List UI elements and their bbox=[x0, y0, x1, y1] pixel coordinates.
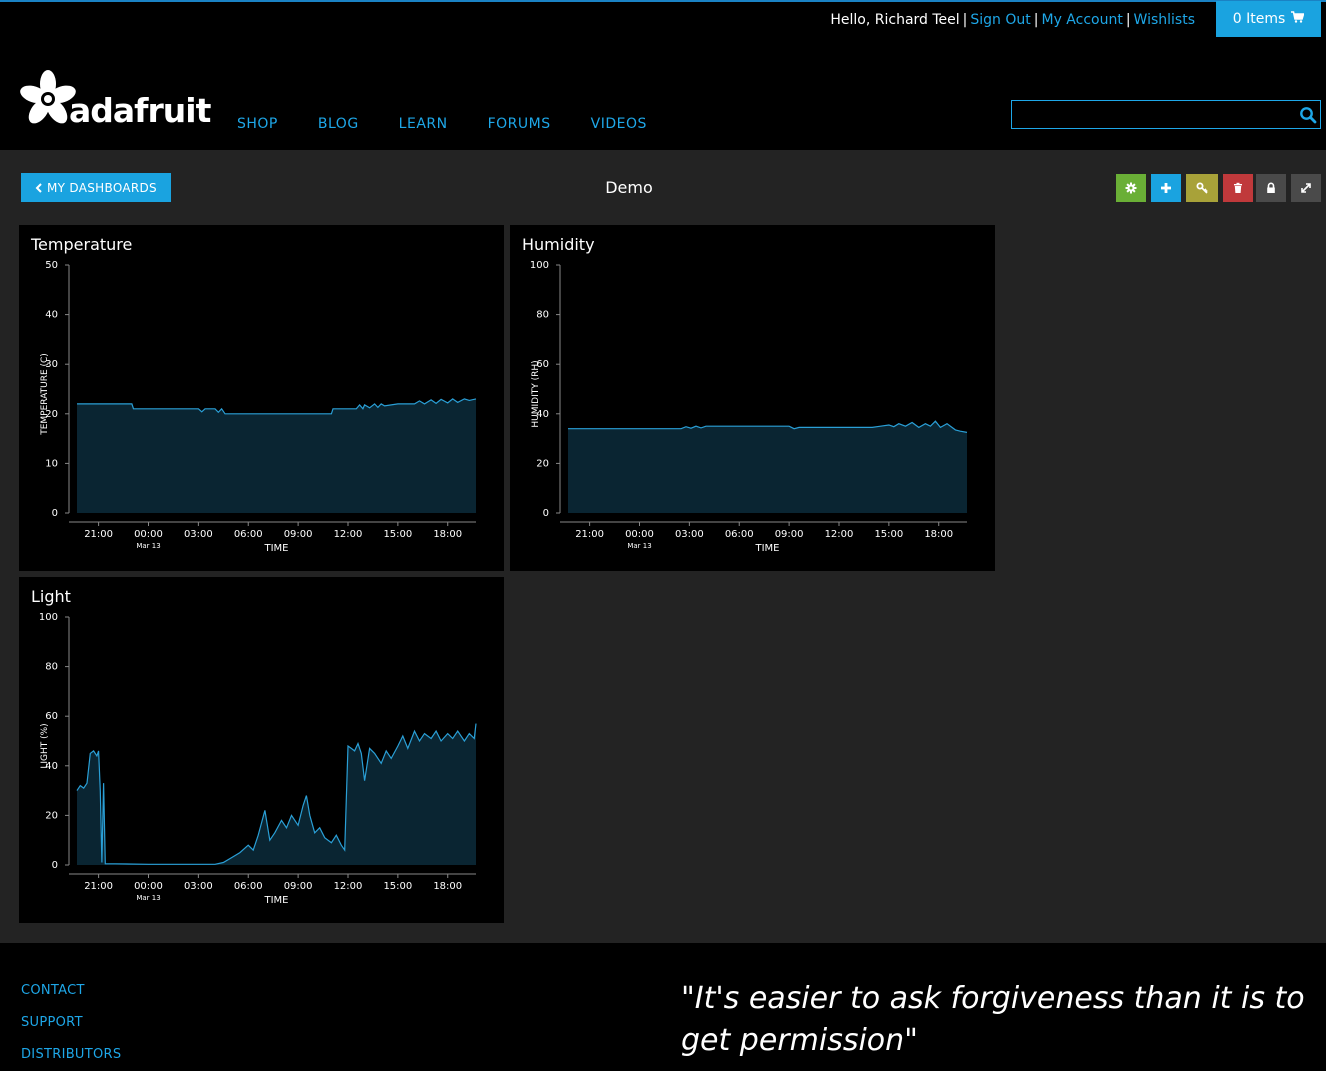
greeting-text: Hello, Richard Teel bbox=[830, 12, 960, 28]
y-axis-label: LIGHT (%) bbox=[40, 723, 50, 768]
x-tick-label: 12:00 bbox=[334, 529, 363, 540]
search-input[interactable] bbox=[1016, 104, 1291, 125]
x-tick-label: 06:00 bbox=[234, 529, 263, 540]
search-icon[interactable] bbox=[1299, 106, 1317, 124]
series-area bbox=[77, 723, 476, 865]
separator: | bbox=[962, 12, 968, 28]
y-axis-label: TEMPERATURE (C) bbox=[40, 353, 50, 436]
settings-button[interactable] bbox=[1116, 174, 1146, 202]
top-accent-line bbox=[0, 0, 1326, 2]
expand-icon bbox=[1301, 183, 1311, 193]
my-account-link[interactable]: My Account bbox=[1041, 12, 1122, 28]
y-tick-label: 80 bbox=[45, 662, 58, 673]
key-icon bbox=[1196, 182, 1208, 194]
nav-learn[interactable]: LEARN bbox=[399, 116, 448, 132]
fullscreen-button[interactable] bbox=[1291, 174, 1321, 202]
x-tick-label: 21:00 bbox=[575, 529, 604, 540]
temperature-chart-panel: Temperature 0 10 20 30 40 50 21:00 00:00 03:00 06… bbox=[19, 225, 504, 571]
trash-icon bbox=[1234, 182, 1242, 193]
x-tick-label: 15:00 bbox=[383, 881, 412, 892]
light-chart: 02040608010021:00 00:00 03:00 06:00 09:00 12:… bbox=[39, 612, 477, 906]
humidity-chart: 02040608010021:00 00:00 03:00 06:00 09:00 12:… bbox=[530, 260, 968, 554]
y-tick-label: 10 bbox=[45, 458, 58, 469]
sign-out-link[interactable]: Sign Out bbox=[970, 12, 1030, 28]
x-axis-label: TIME bbox=[263, 543, 288, 554]
add-block-button[interactable] bbox=[1151, 174, 1181, 202]
gear-icon bbox=[1125, 182, 1137, 194]
x-tick-label: 09:00 bbox=[284, 881, 313, 892]
x-tick-sublabel: Mar 13 bbox=[136, 542, 160, 550]
y-tick-label: 80 bbox=[536, 310, 549, 321]
x-tick-label: 09:00 bbox=[775, 529, 804, 540]
x-tick-label: 12:00 bbox=[334, 881, 363, 892]
main-nav: SHOP BLOG LEARN FORUMS VIDEOS bbox=[237, 116, 647, 132]
user-bar: Hello, Richard Teel | Sign Out | My Account |… bbox=[830, 12, 1195, 28]
lock-button[interactable] bbox=[1256, 174, 1286, 202]
x-tick-label: 00:00 bbox=[134, 881, 163, 892]
y-tick-label: 100 bbox=[530, 260, 549, 271]
cart-button[interactable]: 0 Items bbox=[1216, 1, 1321, 37]
plus-icon bbox=[1161, 183, 1171, 193]
y-tick-label: 60 bbox=[45, 711, 58, 722]
x-tick-sublabel: Mar 13 bbox=[627, 542, 651, 550]
x-tick-sublabel: Mar 13 bbox=[136, 894, 160, 902]
light-chart-panel: Light 0 20 40 60 80 100 21:00 00:00 03:00 06:00 09… bbox=[19, 577, 504, 923]
x-tick-label: 03:00 bbox=[184, 529, 213, 540]
dashboard-area: MY DASHBOARDS Demo Temperature 0 10 20 30 40… bbox=[0, 150, 1326, 943]
y-axis-label: HUMIDITY (RH) bbox=[531, 360, 541, 427]
nav-videos[interactable]: VIDEOS bbox=[591, 116, 647, 132]
dashboard-title: Demo bbox=[605, 178, 653, 197]
cart-icon bbox=[1291, 11, 1305, 27]
keys-button[interactable] bbox=[1186, 174, 1218, 202]
adafruit-logo[interactable]: adafruit bbox=[19, 69, 211, 130]
logo-wordmark: adafruit bbox=[69, 91, 211, 130]
x-tick-label: 00:00 bbox=[625, 529, 654, 540]
x-tick-label: 21:00 bbox=[84, 529, 113, 540]
x-tick-label: 00:00 bbox=[134, 529, 163, 540]
y-tick-label: 0 bbox=[543, 508, 549, 519]
x-tick-label: 03:00 bbox=[184, 881, 213, 892]
footer-quote: "It's easier to ask forgiveness than it … bbox=[681, 981, 1305, 1058]
x-tick-label: 06:00 bbox=[234, 881, 263, 892]
nav-forums[interactable]: FORUMS bbox=[488, 116, 551, 132]
separator: | bbox=[1033, 12, 1039, 28]
series-area bbox=[568, 421, 967, 513]
separator: | bbox=[1125, 12, 1131, 28]
y-tick-label: 20 bbox=[536, 458, 549, 469]
footer-contact-link[interactable]: CONTACT bbox=[21, 983, 121, 998]
nav-blog[interactable]: BLOG bbox=[318, 116, 359, 132]
x-tick-label: 12:00 bbox=[825, 529, 854, 540]
delete-button[interactable] bbox=[1223, 174, 1253, 202]
y-tick-label: 40 bbox=[45, 310, 58, 321]
x-tick-label: 18:00 bbox=[433, 529, 462, 540]
x-tick-label: 06:00 bbox=[725, 529, 754, 540]
x-tick-label: 21:00 bbox=[84, 881, 113, 892]
x-tick-label: 15:00 bbox=[383, 529, 412, 540]
x-tick-label: 03:00 bbox=[675, 529, 704, 540]
x-tick-label: 18:00 bbox=[924, 529, 953, 540]
y-tick-label: 100 bbox=[39, 612, 58, 623]
x-axis-label: TIME bbox=[754, 543, 779, 554]
humidity-chart-panel: Humidity 0 20 40 60 80 100 21:00 00:00 03:00 06:0… bbox=[510, 225, 995, 571]
y-tick-label: 50 bbox=[45, 260, 58, 271]
y-tick-label: 0 bbox=[52, 508, 58, 519]
y-tick-label: 20 bbox=[45, 810, 58, 821]
search-box bbox=[1011, 100, 1321, 129]
lock-icon bbox=[1267, 182, 1275, 193]
temperature-chart: 0102030405021:00 00:00 03:00 06:00 09:00 12:0… bbox=[40, 260, 477, 554]
cart-label: 0 Items bbox=[1232, 11, 1286, 27]
y-tick-label: 0 bbox=[52, 860, 58, 871]
nav-shop[interactable]: SHOP bbox=[237, 116, 278, 132]
footer-support-link[interactable]: SUPPORT bbox=[21, 1015, 121, 1030]
x-tick-label: 09:00 bbox=[284, 529, 313, 540]
x-tick-label: 18:00 bbox=[433, 881, 462, 892]
x-tick-label: 15:00 bbox=[874, 529, 903, 540]
footer-links: CONTACT SUPPORT DISTRIBUTORS bbox=[21, 983, 121, 1071]
x-axis-label: TIME bbox=[263, 895, 288, 906]
footer-distributors-link[interactable]: DISTRIBUTORS bbox=[21, 1047, 121, 1062]
series-area bbox=[77, 398, 476, 513]
wishlists-link[interactable]: Wishlists bbox=[1134, 12, 1195, 28]
